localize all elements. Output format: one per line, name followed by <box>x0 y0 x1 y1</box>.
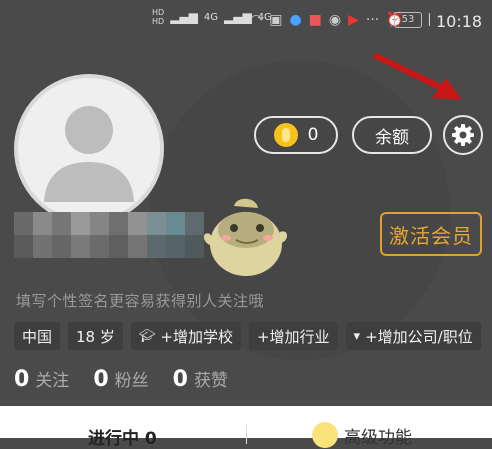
status-bar: HD HD ▂▄▆ 4G ▂▄▆ 4G ◠ ▣ ● ■ ◉ ▶ ··· ⏰ 53… <box>0 0 492 44</box>
coin-count: 0 <box>307 125 319 145</box>
bulb-icon: ● <box>289 12 302 28</box>
battery-level: 53 <box>401 14 415 25</box>
settings-button[interactable] <box>443 115 483 155</box>
avatar[interactable] <box>14 74 164 224</box>
tab-ongoing[interactable]: 进行中 0 <box>88 424 157 449</box>
tag-add-school[interactable]: 🎓︎ +增加学校 <box>130 322 241 350</box>
stat-likes[interactable]: 0 获赞 <box>173 366 228 392</box>
stat-following[interactable]: 0 关注 <box>14 366 69 392</box>
signal-icon: ▂▄▆ <box>224 10 252 24</box>
tag-label: +增加学校 <box>160 327 233 346</box>
coin-icon <box>273 123 298 147</box>
profile-stats: 0 关注 0 粉丝 0 获赞 <box>14 366 228 392</box>
play-icon: ▶ <box>348 12 359 28</box>
message-icon: ▣ <box>269 12 283 28</box>
activate-vip-button[interactable]: 激活会员 <box>380 212 482 256</box>
bottom-panel: 进行中 0 高级功能 <box>0 406 492 449</box>
divider <box>246 424 247 444</box>
more-icon: ··· <box>365 12 380 28</box>
username-blurred <box>14 212 204 258</box>
stat-value: 0 <box>93 367 109 392</box>
clock: 10:18 <box>436 12 483 31</box>
camera-icon: ◉ <box>328 12 342 28</box>
tag-label: 中国 <box>22 327 53 346</box>
hd-label: HD <box>152 8 165 17</box>
signal-icon: ▂▄▆ <box>170 10 198 24</box>
notification-icons: ◠ ▣ ● ■ ◉ ▶ ··· ⏰ <box>250 12 404 28</box>
tag-add-company[interactable]: ▾ +增加公司/职位 <box>345 322 481 350</box>
smiley-icon <box>312 422 338 448</box>
gear-icon <box>452 124 474 146</box>
stat-label: 关注 <box>35 371 70 391</box>
stat-followers[interactable]: 0 粉丝 <box>93 366 148 392</box>
tag-label: +增加行业 <box>256 327 330 346</box>
stat-value: 0 <box>172 367 188 392</box>
graduation-cap-icon: 🎓︎ <box>138 328 156 344</box>
balance-label: 余额 <box>375 127 409 148</box>
tag-add-industry[interactable]: +增加行业 <box>248 322 338 350</box>
balance-button[interactable]: 余额 <box>352 116 432 154</box>
coin-balance-button[interactable]: 0 <box>254 116 338 154</box>
app-icon: ■ <box>308 12 322 28</box>
tie-icon: ▾ <box>353 328 361 344</box>
tag-age: 18 岁 <box>68 322 123 350</box>
default-user-icon <box>44 106 134 202</box>
stat-label: 获赞 <box>193 371 228 391</box>
tag-label: +增加公司/职位 <box>365 327 473 346</box>
wifi-icon: ◠ <box>250 12 263 28</box>
profile-tags: 中国 18 岁 🎓︎ +增加学校 +增加行业 ▾ +增加公司/职位 <box>14 322 481 350</box>
stat-value: 0 <box>14 367 30 392</box>
battery-icon: 53 <box>394 12 422 28</box>
location-icon: ❘ <box>424 12 435 27</box>
annotation-arrow-icon <box>373 53 462 100</box>
tab-label: 高级功能 <box>344 427 412 448</box>
hd-label: HD <box>152 17 165 26</box>
tag-label: 18 岁 <box>76 327 115 346</box>
mascot-sticker-icon <box>203 198 288 276</box>
tag-country: 中国 <box>14 322 61 350</box>
vip-label: 激活会员 <box>389 223 473 248</box>
signature-prompt[interactable]: 填写个性签名更容易获得别人关注哦 <box>16 290 264 311</box>
tab-advanced-features[interactable]: 高级功能 <box>312 422 412 448</box>
stat-label: 粉丝 <box>114 371 149 391</box>
network-type-label: 4G <box>203 11 218 23</box>
